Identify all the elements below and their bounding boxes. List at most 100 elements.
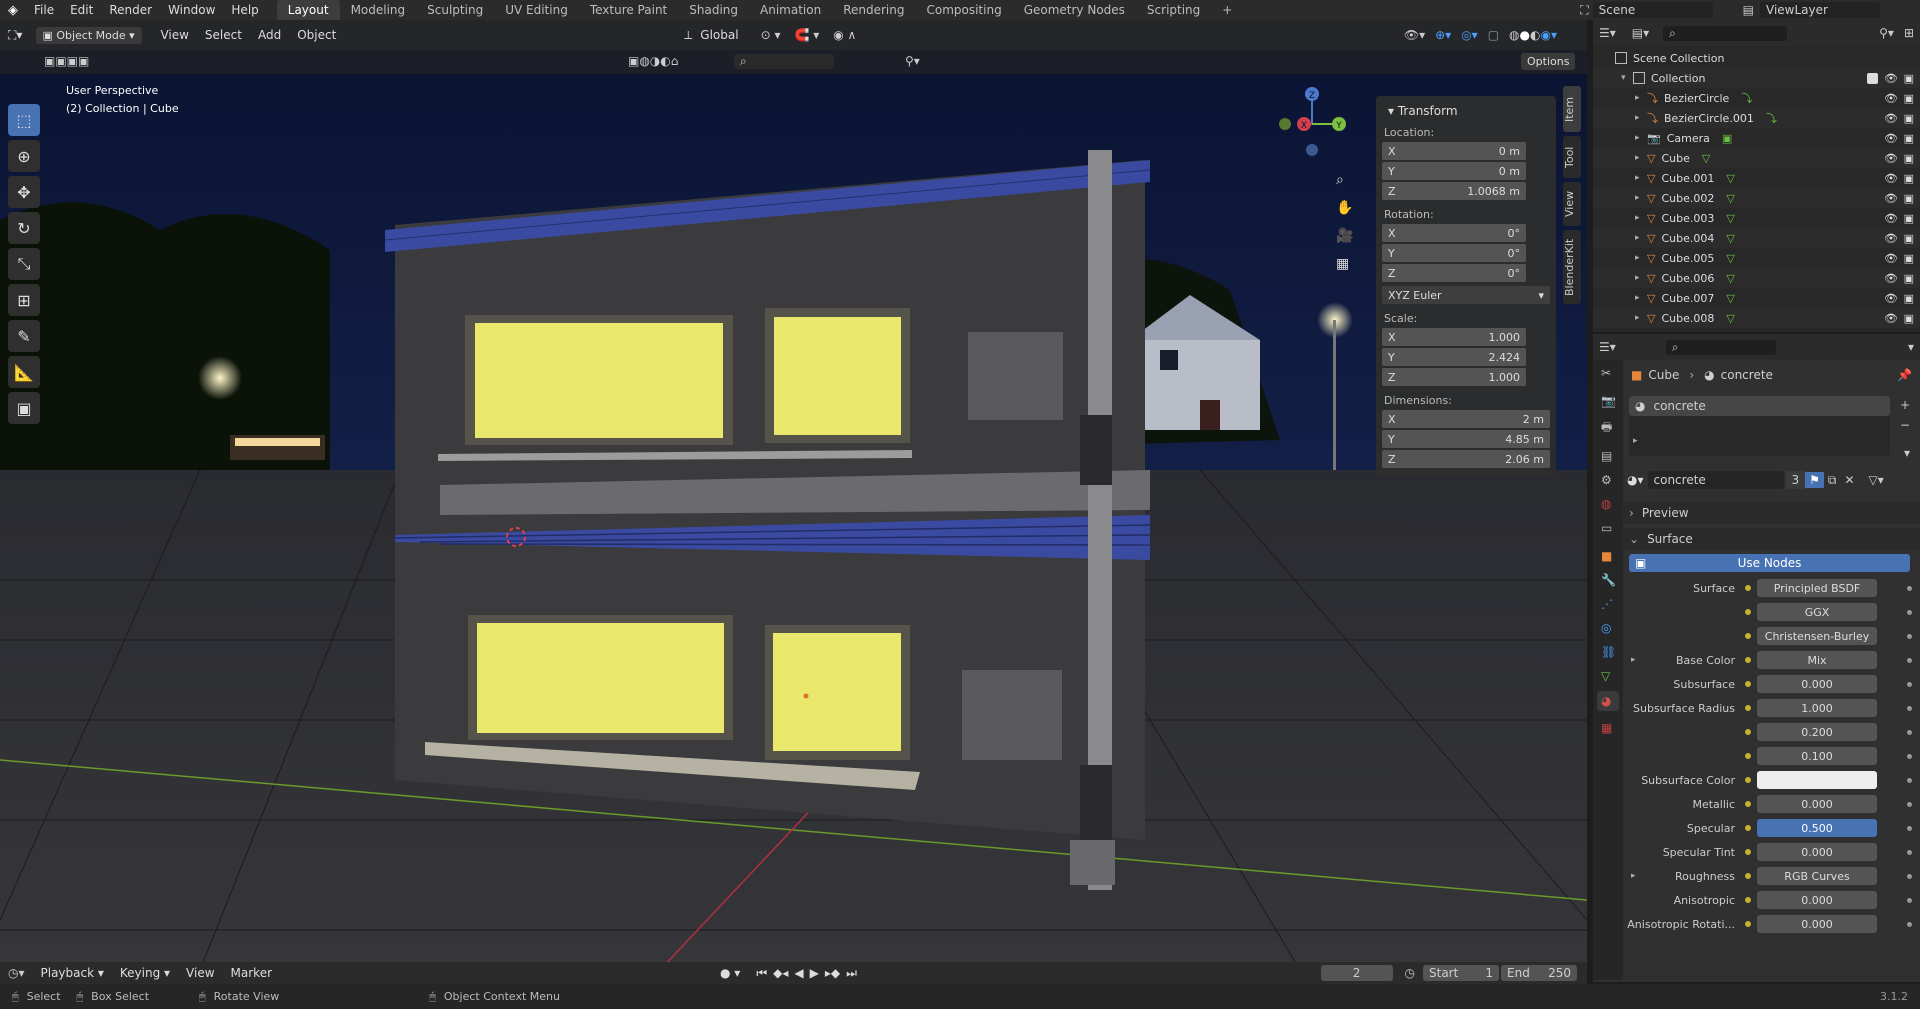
jump-start-icon[interactable]: ⏮ bbox=[756, 966, 767, 981]
outliner-item[interactable]: ▸ ▽ Cube.008 ▽ 👁 ▣ bbox=[1593, 308, 1920, 328]
item-render-icon[interactable]: ▣ bbox=[1904, 152, 1914, 165]
item-render-icon[interactable]: ▣ bbox=[1904, 292, 1914, 305]
scale-y-field[interactable]: Y 2.424 bbox=[1382, 348, 1526, 366]
item-expand-icon[interactable]: ▸ bbox=[1635, 193, 1647, 203]
display-mode-icon[interactable]: ▤▾ bbox=[1632, 26, 1649, 40]
keyframe-dot-icon[interactable] bbox=[1907, 873, 1912, 879]
menu-timeline-view[interactable]: View bbox=[178, 966, 222, 980]
outliner-item[interactable]: ▸ ⤵ BezierCircle.001 ⤵ 👁 ▣ bbox=[1593, 108, 1920, 128]
tab-rendering[interactable]: Rendering bbox=[832, 0, 915, 20]
keyframe-dot-icon[interactable] bbox=[1907, 729, 1912, 735]
outliner-item[interactable]: ▸ 📷 Camera ▣ 👁 ▣ bbox=[1593, 128, 1920, 148]
browse-material-icon[interactable]: ◕▾ bbox=[1627, 473, 1644, 487]
item-expand-icon[interactable]: ▸ bbox=[1635, 233, 1647, 243]
play-reverse-icon[interactable]: ◀ bbox=[794, 966, 803, 980]
measure-tool-icon[interactable]: 📐 bbox=[8, 356, 40, 388]
cursor-tool-icon[interactable]: ⊕ bbox=[8, 140, 40, 172]
shading-rendered-icon[interactable]: ◉▾ bbox=[1541, 28, 1558, 42]
menu-marker[interactable]: Marker bbox=[223, 966, 280, 980]
keyframe-dot-icon[interactable] bbox=[1907, 753, 1912, 759]
material-name-field[interactable]: concrete bbox=[1647, 471, 1784, 489]
menu-keying[interactable]: Keying ▾ bbox=[112, 966, 178, 980]
property-value[interactable] bbox=[1757, 771, 1877, 789]
socket-expand-icon[interactable]: ▸ bbox=[1631, 871, 1636, 881]
transform-tool-icon[interactable]: ⊞ bbox=[8, 284, 40, 316]
item-visibility-icon[interactable]: 👁 bbox=[1884, 132, 1898, 145]
item-render-icon[interactable]: ▣ bbox=[1904, 312, 1914, 325]
property-value[interactable]: RGB Curves bbox=[1757, 867, 1877, 885]
outliner-item[interactable]: ▸ ▽ Cube.004 ▽ 👁 ▣ bbox=[1593, 228, 1920, 248]
item-visibility-icon[interactable]: 👁 bbox=[1884, 92, 1898, 105]
rotation-z-field[interactable]: Z 0° bbox=[1382, 264, 1526, 282]
select-box-tool-icon[interactable]: ⬚ bbox=[8, 104, 40, 136]
item-expand-icon[interactable]: ▸ bbox=[1635, 93, 1647, 103]
proportional-edit-icon[interactable]: ◉ ∧ bbox=[833, 28, 856, 42]
material-slot-row[interactable]: ◕ concrete bbox=[1629, 396, 1890, 416]
keyframe-dot-icon[interactable] bbox=[1907, 801, 1912, 807]
tab-texture-paint[interactable]: Texture Paint bbox=[579, 0, 678, 20]
property-value[interactable]: Principled BSDF bbox=[1757, 579, 1877, 597]
item-visibility-icon[interactable]: 👁 bbox=[1884, 312, 1898, 325]
menu-add[interactable]: Add bbox=[250, 28, 289, 42]
next-keyframe-icon[interactable]: ▸◆ bbox=[825, 966, 840, 980]
property-value[interactable]: 0.100 bbox=[1757, 747, 1877, 765]
collection-row[interactable]: ▾ Collection 👁 ▣ bbox=[1593, 68, 1920, 88]
scene-icon[interactable]: ⛶ bbox=[1576, 3, 1592, 18]
scale-z-field[interactable]: Z 1.000 bbox=[1382, 368, 1526, 386]
property-value[interactable]: GGX bbox=[1757, 603, 1877, 621]
fake-user-icon[interactable]: ⚑ bbox=[1805, 472, 1824, 488]
current-frame-field[interactable]: 2 bbox=[1320, 965, 1393, 981]
location-x-field[interactable]: X0 m bbox=[1382, 142, 1526, 160]
use-nodes-button[interactable]: ▣ Use Nodes bbox=[1629, 554, 1910, 572]
property-value[interactable]: 0.000 bbox=[1757, 891, 1877, 909]
item-visibility-icon[interactable]: 👁 bbox=[1884, 192, 1898, 205]
add-workspace-button[interactable]: + bbox=[1211, 0, 1243, 20]
outliner-item[interactable]: ▸ ▽ Cube.005 ▽ 👁 ▣ bbox=[1593, 248, 1920, 268]
prev-keyframe-icon[interactable]: ◆◂ bbox=[773, 966, 788, 980]
collection-expand-icon[interactable]: ▾ bbox=[1621, 73, 1633, 83]
property-value[interactable]: 0.200 bbox=[1757, 723, 1877, 741]
keyframe-dot-icon[interactable] bbox=[1907, 681, 1912, 687]
material-tab-icon[interactable]: ◕ bbox=[1597, 691, 1619, 711]
item-expand-icon[interactable]: ▸ bbox=[1635, 293, 1647, 303]
view-layer-icon[interactable]: ▤ bbox=[1713, 3, 1760, 17]
outliner-filter-icon[interactable]: ⚲▾ bbox=[1879, 26, 1894, 40]
property-value[interactable]: 0.500 bbox=[1757, 819, 1877, 837]
scale-tool-icon[interactable]: ⤡ bbox=[8, 248, 40, 280]
item-render-icon[interactable]: ▣ bbox=[1904, 172, 1914, 185]
pivot-icon[interactable]: ⊙ ▾ bbox=[761, 28, 781, 42]
scale-x-field[interactable]: X 1.000 bbox=[1382, 328, 1526, 346]
preview-panel-header[interactable]: › Preview bbox=[1623, 502, 1920, 524]
scene-collection-row[interactable]: Scene Collection bbox=[1593, 48, 1920, 68]
item-visibility-icon[interactable]: 👁 bbox=[1884, 152, 1898, 165]
item-visibility-icon[interactable]: 👁 bbox=[1884, 212, 1898, 225]
item-render-icon[interactable]: ▣ bbox=[1904, 192, 1914, 205]
options-button[interactable]: Options bbox=[1521, 53, 1576, 70]
pan-hand-icon[interactable]: ✋ bbox=[1336, 200, 1353, 216]
tab-tool[interactable]: Tool bbox=[1563, 136, 1581, 178]
select-mode-icons[interactable]: ▣▣▣▣ bbox=[44, 54, 89, 68]
outliner-item[interactable]: ▸ ▽ Cube.006 ▽ 👁 ▣ bbox=[1593, 268, 1920, 288]
item-expand-icon[interactable]: ▸ bbox=[1635, 273, 1647, 283]
scene-name[interactable]: Scene bbox=[1592, 2, 1713, 18]
slot-expand-icon[interactable]: ▸ bbox=[1633, 436, 1638, 446]
shading-solid-icon[interactable]: ● bbox=[1520, 28, 1530, 42]
dimensions-x-field[interactable]: X2 m bbox=[1382, 410, 1550, 428]
start-frame-field[interactable]: Start 1 bbox=[1423, 965, 1499, 981]
item-visibility-icon[interactable]: 👁 bbox=[1884, 292, 1898, 305]
item-render-icon[interactable]: ▣ bbox=[1904, 232, 1914, 245]
keyframe-dot-icon[interactable] bbox=[1907, 657, 1912, 663]
end-frame-field[interactable]: End 250 bbox=[1501, 965, 1577, 981]
gizmo-toggle-icon[interactable]: ⊕▾ bbox=[1435, 28, 1451, 42]
menu-view[interactable]: View bbox=[152, 28, 196, 42]
property-value[interactable]: 0.000 bbox=[1757, 915, 1877, 933]
keyframe-dot-icon[interactable] bbox=[1907, 609, 1912, 615]
collection-tab-icon[interactable]: ▭ bbox=[1601, 521, 1615, 535]
remove-slot-icon[interactable]: − bbox=[1900, 418, 1910, 432]
overlay-toggle-icon[interactable]: ◎▾ bbox=[1461, 28, 1478, 42]
properties-editor-icon[interactable]: ☰▾ bbox=[1599, 340, 1616, 354]
item-render-icon[interactable]: ▣ bbox=[1904, 92, 1914, 105]
property-value[interactable]: 1.000 bbox=[1757, 699, 1877, 717]
properties-search-icon[interactable]: ⌕ bbox=[1665, 339, 1776, 355]
tab-modeling[interactable]: Modeling bbox=[340, 0, 417, 20]
